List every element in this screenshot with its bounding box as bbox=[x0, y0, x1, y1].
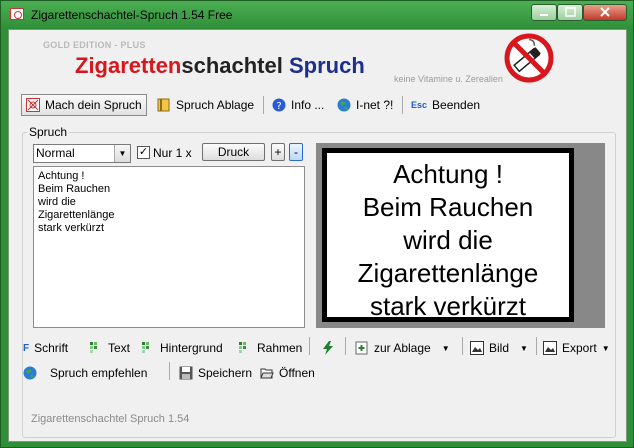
plus-button[interactable]: + bbox=[271, 143, 285, 161]
globe-icon bbox=[337, 98, 351, 112]
toolbar-divider bbox=[309, 337, 310, 355]
toolbar-divider bbox=[536, 337, 537, 355]
chevron-down-icon: ▼ bbox=[520, 343, 528, 353]
quit-button[interactable]: Esc Beenden bbox=[411, 94, 480, 116]
internet-label: I-net ?! bbox=[356, 98, 394, 112]
chevron-down-icon: ▼ bbox=[114, 145, 130, 162]
preview-line: stark verkürzt bbox=[369, 291, 527, 321]
text-color-button[interactable]: Text bbox=[89, 339, 130, 357]
saying-group-label: Spruch bbox=[27, 125, 70, 139]
headline-part-red: Zigaretten bbox=[75, 53, 182, 78]
font-button[interactable]: F Schrift bbox=[23, 339, 68, 357]
folder-open-icon bbox=[260, 368, 274, 379]
preview-line: Achtung ! bbox=[393, 159, 503, 189]
close-button[interactable] bbox=[583, 4, 627, 21]
make-saying-label: Mach dein Spruch bbox=[45, 98, 142, 112]
svg-text:?: ? bbox=[276, 101, 281, 112]
open-button[interactable]: Öffnen bbox=[260, 364, 315, 382]
saying-storage-button[interactable]: Spruch Ablage bbox=[157, 94, 254, 116]
internet-button[interactable]: I-net ?! bbox=[337, 94, 393, 116]
only-once-checkbox[interactable]: ✓ bbox=[137, 146, 150, 159]
toolbar-divider bbox=[462, 337, 463, 355]
image-icon bbox=[470, 341, 484, 355]
frame-color-label: Rahmen bbox=[257, 341, 303, 355]
text-line: wird die bbox=[38, 196, 76, 208]
app-icon bbox=[10, 8, 24, 20]
info-button[interactable]: ? Info ... bbox=[272, 94, 324, 116]
image-label: Bild bbox=[489, 341, 510, 355]
toolbar-divider bbox=[402, 96, 403, 114]
toolbar-divider bbox=[169, 362, 170, 380]
quit-label: Beenden bbox=[432, 98, 481, 112]
toolbar-divider bbox=[263, 96, 264, 114]
frame-color-button[interactable]: Rahmen bbox=[238, 339, 302, 357]
palette-icon bbox=[142, 342, 149, 353]
to-storage-label: zur Ablage bbox=[374, 341, 431, 355]
esc-key-icon: Esc bbox=[411, 100, 428, 110]
palette-icon bbox=[90, 342, 97, 353]
slogan: keine Vitamine u. Zerealien bbox=[394, 74, 503, 84]
recommend-label: Spruch empfehlen bbox=[50, 366, 148, 380]
minus-button[interactable]: - bbox=[289, 143, 303, 161]
export-label: Export bbox=[562, 341, 597, 355]
font-icon: F bbox=[23, 342, 30, 354]
make-saying-icon bbox=[26, 98, 40, 112]
text-line: stark verkürzt bbox=[38, 222, 105, 234]
title-bar[interactable]: Zigarettenschachtel-Spruch 1.54 Free bbox=[1, 1, 633, 29]
save-label: Speichern bbox=[198, 366, 253, 380]
open-label: Öffnen bbox=[279, 366, 315, 380]
make-saying-button[interactable]: Mach dein Spruch bbox=[21, 94, 147, 116]
saying-text-input[interactable]: Achtung ! Beim Rauchen wird die Zigarett… bbox=[33, 166, 305, 328]
save-button[interactable]: Speichern bbox=[179, 364, 252, 382]
export-icon bbox=[543, 341, 557, 355]
main-toolbar: Mach dein Spruch Spruch Ablage ? Info ..… bbox=[15, 92, 621, 118]
chevron-down-icon: ▼ bbox=[601, 343, 610, 353]
font-label: Schrift bbox=[34, 341, 69, 355]
maximize-icon bbox=[565, 7, 576, 17]
app-headline: Zigarettenschachtel Spruch bbox=[75, 53, 365, 79]
add-to-storage-icon bbox=[355, 341, 368, 355]
palette-icon bbox=[239, 342, 246, 353]
style-select[interactable]: Normal ▼ bbox=[33, 144, 131, 163]
text-line: Beim Rauchen bbox=[38, 183, 111, 195]
image-button[interactable]: Bild ▼ bbox=[470, 339, 528, 357]
export-button[interactable]: Export ▼ bbox=[543, 339, 610, 357]
background-color-button[interactable]: Hintergrund bbox=[141, 339, 223, 357]
only-once-label: Nur 1 x bbox=[153, 146, 192, 160]
preview-card: Achtung ! Beim Rauchen wird die Zigarett… bbox=[322, 148, 574, 322]
lightning-icon bbox=[323, 341, 333, 355]
info-label: Info ... bbox=[291, 98, 325, 112]
style-select-value: Normal bbox=[36, 146, 75, 160]
lightning-button[interactable] bbox=[321, 339, 335, 357]
maximize-button[interactable] bbox=[557, 4, 583, 21]
text-color-label: Text bbox=[108, 341, 131, 355]
preview-line: Beim Rauchen bbox=[362, 192, 534, 222]
floppy-disk-icon bbox=[179, 366, 193, 380]
preview-line: wird die bbox=[403, 225, 493, 255]
minimize-button[interactable] bbox=[531, 4, 557, 21]
status-bar: Zigarettenschachtel Spruch 1.54 bbox=[31, 413, 190, 425]
app-window: Zigarettenschachtel-Spruch 1.54 Free GOL… bbox=[0, 0, 634, 448]
text-line: Achtung ! bbox=[38, 170, 85, 182]
no-smoking-icon bbox=[504, 33, 554, 83]
headline-part-black: schachtel bbox=[181, 53, 289, 78]
chevron-down-icon: ▼ bbox=[441, 343, 450, 353]
to-storage-button[interactable]: zur Ablage ▼ bbox=[355, 339, 450, 357]
edition-label: GOLD EDITION - PLUS bbox=[43, 40, 146, 50]
print-button[interactable]: Druck bbox=[202, 143, 265, 161]
background-color-label: Hintergrund bbox=[160, 341, 223, 355]
client-area: GOLD EDITION - PLUS Zigarettenschachtel … bbox=[8, 29, 627, 442]
window-title: Zigarettenschachtel-Spruch 1.54 Free bbox=[31, 8, 233, 22]
help-icon: ? bbox=[272, 98, 286, 112]
text-line: Zigarettenlänge bbox=[38, 209, 115, 221]
recommend-button[interactable]: Spruch empfehlen bbox=[23, 364, 147, 382]
globe-icon bbox=[23, 366, 37, 380]
minimize-icon bbox=[540, 14, 548, 16]
headline-part-blue: Spruch bbox=[288, 53, 365, 78]
book-icon bbox=[157, 98, 170, 112]
preview-line: Zigarettenlänge bbox=[357, 258, 539, 288]
toolbar-divider bbox=[345, 337, 346, 355]
close-icon bbox=[600, 7, 610, 17]
saying-storage-label: Spruch Ablage bbox=[176, 98, 255, 112]
